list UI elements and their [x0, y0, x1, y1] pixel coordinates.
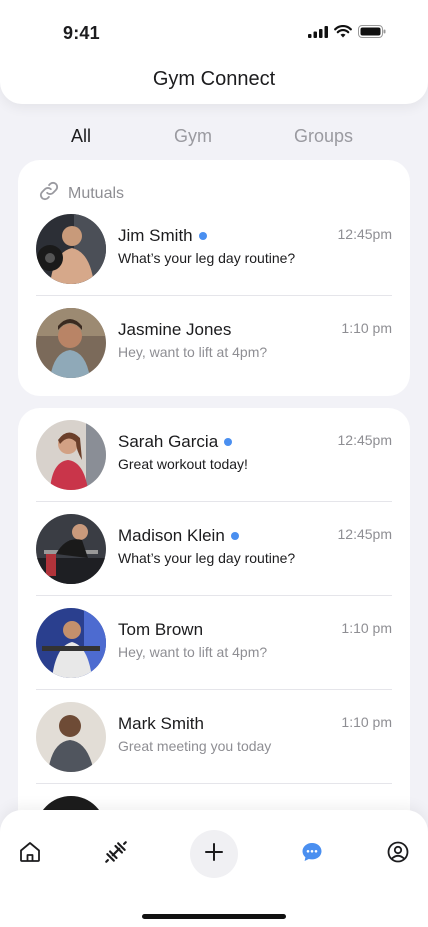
tab-groups[interactable]: Groups [294, 126, 353, 147]
status-icons [308, 25, 386, 43]
conversations-card: Sarah Garcia Great workout today! 12:45p… [18, 408, 410, 838]
contact-name: Jasmine Jones [118, 320, 232, 339]
avatar [36, 702, 106, 772]
last-message: Hey, want to lift at 4pm? [118, 644, 268, 660]
chat-bubble-icon [300, 840, 324, 869]
message-time: 12:45pm [337, 432, 392, 448]
nav-profile[interactable] [384, 840, 412, 868]
signal-icon [308, 25, 328, 43]
message-time: 12:45pm [337, 526, 392, 542]
tab-gym[interactable]: Gym [174, 126, 212, 147]
message-time: 1:10 pm [341, 620, 392, 636]
filter-tabs: All Gym Groups [0, 126, 428, 148]
avatar [36, 420, 106, 490]
last-message: Great meeting you today [118, 738, 272, 754]
last-message: What’s your leg day routine? [118, 250, 296, 266]
online-indicator [224, 438, 233, 446]
app-title: Gym Connect [152, 68, 276, 90]
nav-workouts[interactable] [102, 840, 130, 868]
bottom-nav [0, 810, 428, 927]
conversation-row-jasmine-jones[interactable]: Jasmine Jones Hey, want to lift at 4pm? … [18, 296, 410, 390]
last-message: Great workout today! [118, 456, 248, 472]
message-time: 1:10 pm [341, 714, 392, 730]
battery-icon [358, 25, 386, 43]
nav-home[interactable] [16, 840, 44, 868]
conversation-row-mark-smith[interactable]: Mark Smith Great meeting you today 1:10 … [18, 690, 410, 784]
contact-name: Madison Klein [118, 526, 225, 545]
avatar [36, 608, 106, 678]
new-chat-button[interactable] [190, 830, 238, 878]
contact-name: Mark Smith [118, 714, 204, 733]
conversation-row-jim-smith[interactable]: Jim Smith What’s your leg day routine? 1… [18, 202, 410, 296]
nav-messages[interactable] [298, 840, 326, 868]
home-icon [18, 840, 42, 869]
avatar [36, 214, 106, 284]
conversation-row-sarah-garcia[interactable]: Sarah Garcia Great workout today! 12:45p… [18, 408, 410, 502]
top-bar: 9:41 Gym Connect [0, 0, 428, 104]
contact-name: Sarah Garcia [118, 432, 219, 451]
profile-icon [386, 840, 410, 869]
last-message: Hey, want to lift at 4pm? [118, 344, 268, 360]
message-time: 12:45pm [337, 226, 392, 242]
avatar [36, 308, 106, 378]
dumbbell-icon [103, 839, 129, 870]
mutuals-card: Mutuals Jim Smith What’s your leg day ro… [18, 160, 410, 396]
conversation-row-madison-klein[interactable]: Madison Klein What’s your leg day routin… [18, 502, 410, 596]
contact-name: Jim Smith [118, 226, 193, 245]
tab-all[interactable]: All [71, 126, 91, 147]
message-time: 1:10 pm [341, 320, 392, 336]
wifi-icon [334, 25, 352, 43]
last-message: What’s your leg day routine? [118, 550, 296, 566]
online-indicator [230, 532, 239, 540]
avatar [36, 514, 106, 584]
home-indicator [142, 914, 286, 919]
online-indicator [198, 232, 207, 240]
mutuals-label: Mutuals [68, 184, 125, 202]
contact-name: Tom Brown [118, 620, 204, 639]
status-time: 9:41 [63, 23, 100, 43]
conversation-row-tom-brown[interactable]: Tom Brown Hey, want to lift at 4pm? 1:10… [18, 596, 410, 690]
plus-icon [203, 841, 225, 868]
